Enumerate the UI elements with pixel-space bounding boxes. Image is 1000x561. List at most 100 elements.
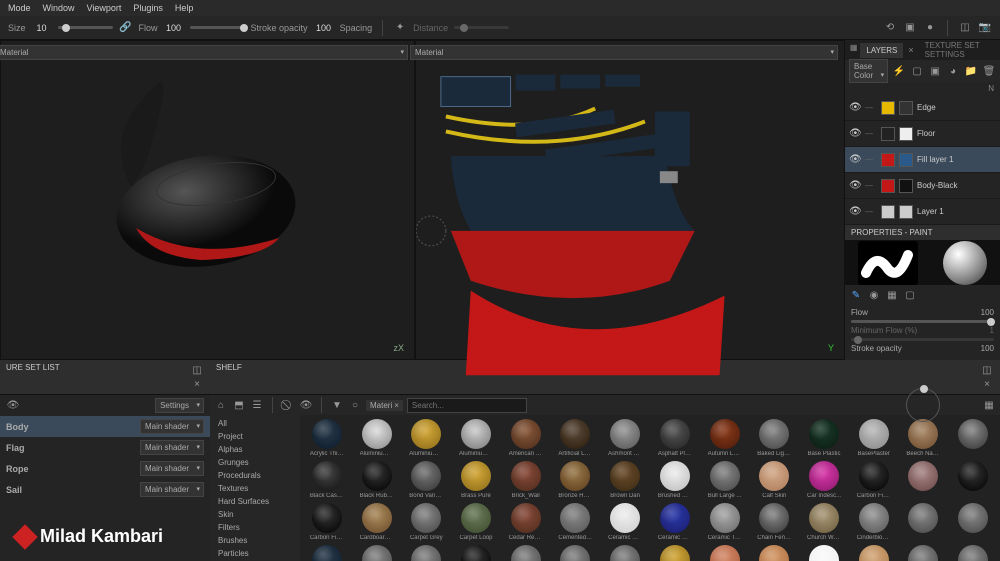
material-thumbnail[interactable]: Acrylic Thic... — [304, 419, 350, 457]
material-thumbnail[interactable] — [901, 461, 947, 499]
delete-layer-icon[interactable]: 🗑 — [982, 64, 996, 78]
shelf-hide-icon[interactable]: ⃠ — [281, 398, 295, 412]
flow-slider[interactable] — [190, 26, 245, 29]
layers-icon[interactable]: ▦ — [849, 43, 858, 57]
material-thumbnail[interactable] — [453, 545, 499, 561]
material-thumbnail[interactable] — [354, 545, 400, 561]
shelf-import-icon[interactable]: ⬒ — [232, 398, 246, 412]
add-mask-icon[interactable]: ▢ — [910, 64, 924, 78]
camera-reset-icon[interactable]: ⟲ — [883, 21, 897, 35]
material-thumbnail[interactable]: Brown Dan — [602, 461, 648, 499]
material-thumbnail[interactable]: Ceramic Ch... — [602, 503, 648, 541]
material-thumbnail[interactable] — [602, 545, 648, 561]
material-thumbnail[interactable]: Black Rubb... — [354, 461, 400, 499]
prop-opacity-value[interactable]: 100 — [981, 344, 994, 353]
eye-icon[interactable]: 👁 — [849, 128, 861, 139]
add-folder-icon[interactable]: 📁 — [964, 64, 978, 78]
distance-slider[interactable] — [454, 26, 509, 29]
eye-icon[interactable]: 👁 — [849, 206, 861, 217]
material-thumbnail[interactable]: Brushed St... — [652, 461, 698, 499]
shader-dropdown[interactable]: Main shader — [140, 461, 204, 476]
material-thumbnail[interactable]: Bond Variat... — [403, 461, 449, 499]
material-thumbnail[interactable] — [901, 503, 947, 541]
material-thumbnail[interactable]: Brass Pure — [453, 461, 499, 499]
add-effect-icon[interactable]: ⚡ — [892, 64, 906, 78]
layer-row[interactable]: 👁 — Edge — [845, 95, 1000, 121]
material-thumbnail[interactable]: Asphalt Pla... — [652, 419, 698, 457]
menu-viewport[interactable]: Viewport — [87, 3, 122, 13]
material-thumbnail[interactable]: Autumn Leaf — [702, 419, 748, 457]
prop-flow-value[interactable]: 100 — [981, 308, 994, 317]
menu-help[interactable]: Help — [175, 3, 194, 13]
texture-set-settings-tab[interactable]: TEXTURE SET SETTINGS — [919, 38, 996, 62]
material-thumbnail[interactable]: Carbon Fiber — [851, 461, 897, 499]
filter-clear-icon[interactable]: × — [394, 401, 399, 410]
alpha-tab-icon[interactable]: ◉ — [867, 288, 881, 302]
viewport2-channel-dropdown[interactable]: Material — [410, 45, 838, 60]
material-thumbnail[interactable]: Beech Natu... — [901, 419, 947, 457]
material-thumbnail[interactable]: Cinderblock... — [851, 503, 897, 541]
eye-icon[interactable]: 👁 — [849, 180, 861, 191]
material-thumbnail[interactable]: Cedar Red ... — [503, 503, 549, 541]
filter-pill[interactable]: Materi× — [366, 400, 403, 411]
shelf-category[interactable]: Particles — [210, 547, 300, 560]
texset-row[interactable]: Sail Main shader — [0, 479, 210, 500]
shelf-category[interactable]: Skin — [210, 508, 300, 521]
shelf-search-input[interactable] — [407, 398, 527, 413]
material-thumbnail[interactable]: Base Plastic — [801, 419, 847, 457]
material-thumbnail[interactable]: Cemented ... — [553, 503, 599, 541]
material-thumbnail[interactable] — [503, 545, 549, 561]
material-thumbnail[interactable]: Church Wall... — [801, 503, 847, 541]
flow-value[interactable]: 100 — [164, 23, 184, 33]
material-thumbnail[interactable]: Artificial Lea... — [553, 419, 599, 457]
shader-dropdown[interactable]: Main shader — [140, 440, 204, 455]
add-fill-icon[interactable]: ◕ — [946, 64, 960, 78]
material-thumbnail[interactable]: Ceramic Tile... — [702, 503, 748, 541]
opacity-value[interactable]: 100 — [314, 23, 334, 33]
shelf-filter-visible-icon[interactable]: 👁 — [299, 398, 313, 412]
texset-settings-dropdown[interactable]: Settings — [155, 398, 204, 413]
material-thumbnail[interactable]: American C... — [503, 419, 549, 457]
menu-mode[interactable]: Mode — [8, 3, 31, 13]
material-thumbnail[interactable]: Brick_Wall — [503, 461, 549, 499]
shelf-home-icon[interactable]: ⌂ — [214, 398, 228, 412]
shelf-category[interactable]: Procedurals — [210, 469, 300, 482]
material-thumbnail[interactable]: Ceramic En... — [652, 503, 698, 541]
bake-icon[interactable]: ▣ — [903, 21, 917, 35]
shelf-category[interactable]: Filters — [210, 521, 300, 534]
material-thumbnail[interactable]: Baked Light... — [751, 419, 797, 457]
uv-viewport[interactable]: Material Y — [415, 40, 845, 360]
material-thumbnail[interactable] — [950, 419, 996, 457]
material-thumbnail[interactable] — [652, 545, 698, 561]
stencil-tab-icon[interactable]: ▦ — [885, 288, 899, 302]
shelf-category[interactable]: Grunges — [210, 456, 300, 469]
grid-view-icon[interactable]: ▦ — [982, 398, 996, 412]
material-thumbnail[interactable]: Cardboard ... — [354, 503, 400, 541]
layers-tab[interactable]: LAYERS — [860, 43, 903, 58]
layer-row[interactable]: 👁 — Layer 1 — [845, 199, 1000, 225]
material-thumbnail[interactable] — [304, 545, 350, 561]
material-thumbnail[interactable]: Black Cast I... — [304, 461, 350, 499]
shelf-category[interactable]: Textures — [210, 482, 300, 495]
shelf-category[interactable]: Project — [210, 430, 300, 443]
filter-icon[interactable]: ▼ — [330, 398, 344, 412]
visibility-all-icon[interactable]: 👁 — [6, 399, 20, 413]
material-thumbnail[interactable]: Calf Skin — [751, 461, 797, 499]
brush-tab-icon[interactable]: ✎ — [849, 288, 863, 302]
material-thumbnail[interactable] — [751, 545, 797, 561]
texset-row[interactable]: Body Main shader — [0, 416, 210, 437]
material-thumbnail[interactable]: Carbon Fib... — [304, 503, 350, 541]
size-value[interactable]: 10 — [32, 23, 52, 33]
texset-row[interactable]: Rope Main shader — [0, 458, 210, 479]
camera-icon[interactable]: 📷 — [978, 21, 992, 35]
shelf-list-icon[interactable]: ☰ — [250, 398, 264, 412]
layer-row[interactable]: 👁 — Body-Black — [845, 173, 1000, 199]
link-icon[interactable]: 🔗 — [119, 21, 133, 35]
shelf-close-icon[interactable]: × — [980, 377, 994, 391]
material-thumbnail[interactable]: Bull Large ... — [702, 461, 748, 499]
prop-flow-slider[interactable] — [851, 320, 994, 323]
prop-minflow-slider[interactable] — [851, 338, 994, 341]
shelf-category[interactable]: All — [210, 417, 300, 430]
eye-icon[interactable]: 👁 — [849, 102, 861, 113]
layer-row[interactable]: 👁 — Fill layer 1 — [845, 147, 1000, 173]
